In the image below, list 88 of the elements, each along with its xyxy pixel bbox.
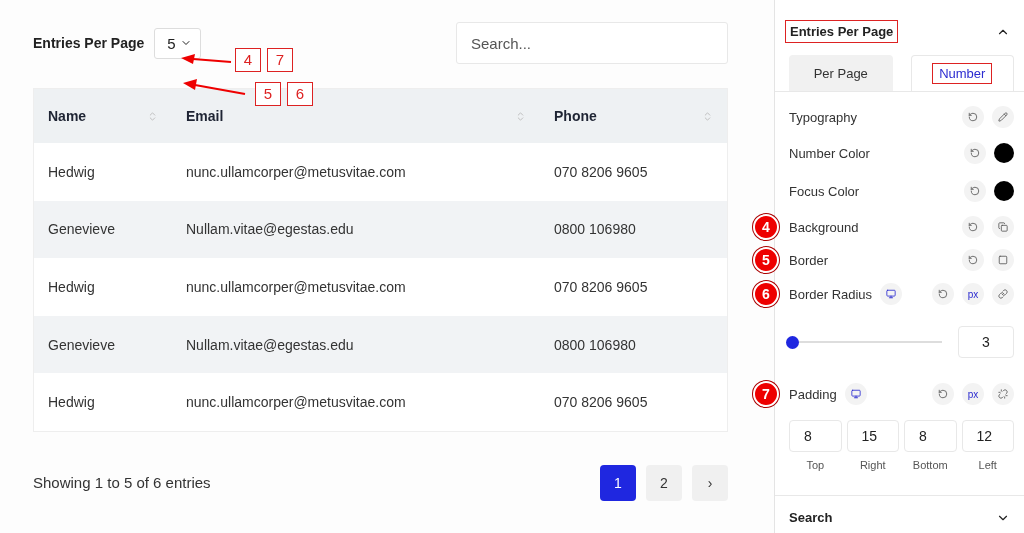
- reset-icon: [938, 289, 948, 299]
- side-label: Top: [806, 459, 825, 471]
- section-title[interactable]: Search: [789, 510, 833, 525]
- table-cell-text: nunc.ullamcorper@metusvitae.com: [185, 163, 407, 180]
- callout-number: 7: [267, 47, 293, 72]
- monitor-icon: [886, 289, 897, 299]
- entries-label: Entries Per Page: [33, 35, 145, 51]
- table-cell-text: 070 8206 9605: [553, 163, 649, 180]
- control-label: Background: [789, 219, 859, 235]
- column-header[interactable]: Name: [48, 108, 87, 124]
- copy-button[interactable]: [992, 216, 1014, 238]
- table-cell-text: 070 8206 9605: [553, 394, 649, 411]
- unlink-icon: [998, 389, 1008, 399]
- monitor-icon: [850, 389, 861, 399]
- reset-icon: [938, 389, 948, 399]
- callout-number: 4: [235, 47, 261, 72]
- table-cell-text: nunc.ullamcorper@metusvitae.com: [185, 394, 407, 411]
- tab[interactable]: Per Page: [789, 55, 893, 91]
- padding-field[interactable]: 15: [846, 420, 899, 452]
- control-label: Number Color: [789, 145, 870, 161]
- table-cell-text: 0800 106980: [553, 336, 637, 353]
- reset-button[interactable]: [964, 180, 986, 202]
- table-cell-text: 070 8206 9605: [553, 279, 649, 295]
- step-badge: 5: [753, 247, 779, 273]
- column-header[interactable]: Phone: [554, 108, 597, 124]
- section-title[interactable]: Entries Per Page: [785, 20, 899, 43]
- table-cell-text: Hedwig: [47, 163, 96, 180]
- color-swatch[interactable]: [994, 181, 1014, 201]
- control-label: Padding: [789, 386, 837, 402]
- monitor-button[interactable]: [844, 383, 867, 405]
- reset-icon: [970, 148, 980, 158]
- side-label: Bottom: [912, 459, 948, 471]
- control-label: Focus Color: [789, 183, 860, 199]
- page-button[interactable]: 1: [600, 464, 636, 501]
- next-button[interactable]: ›: [692, 464, 728, 501]
- unit-button[interactable]: px: [962, 283, 984, 305]
- link-icon: [998, 289, 1008, 299]
- reset-icon: [970, 186, 980, 196]
- side-label: Right: [859, 459, 886, 471]
- step-badge: 7: [753, 381, 779, 407]
- table-cell-text: Genevieve: [47, 336, 116, 353]
- reset-button[interactable]: [932, 383, 954, 405]
- reset-button[interactable]: [962, 106, 984, 128]
- step-badge: 4: [753, 214, 779, 240]
- link-button[interactable]: [992, 283, 1014, 305]
- arrow: [183, 81, 245, 94]
- column-header[interactable]: Email: [186, 108, 224, 124]
- square-button[interactable]: [992, 249, 1014, 271]
- side-label: Left: [978, 459, 997, 471]
- table-cell-text: Genevieve: [47, 221, 116, 238]
- reset-icon: [968, 255, 978, 265]
- unit-button[interactable]: px: [962, 383, 984, 405]
- control-label: Border Radius: [789, 286, 873, 302]
- padding-field[interactable]: 12: [961, 420, 1014, 452]
- edit-button[interactable]: [992, 106, 1014, 128]
- padding-field[interactable]: 8: [904, 420, 957, 452]
- page-button[interactable]: 2: [646, 464, 682, 501]
- reset-icon: [968, 222, 978, 232]
- reset-button[interactable]: [932, 283, 954, 305]
- padding-field[interactable]: 8: [789, 420, 842, 452]
- color-swatch[interactable]: [994, 143, 1014, 163]
- entries-select[interactable]: 5: [154, 27, 201, 59]
- square-icon: [998, 255, 1008, 265]
- table-cell-text: 0800 106980: [553, 221, 637, 238]
- reset-icon: [968, 112, 978, 122]
- entries-info: Showing 1 to 5 of 6 entries: [33, 474, 211, 492]
- control-label: Typography: [789, 109, 857, 125]
- step-badge: 6: [753, 281, 779, 307]
- table-cell-text: Hedwig: [47, 279, 96, 295]
- callout-number: 5: [255, 81, 281, 106]
- reset-button[interactable]: [964, 142, 986, 164]
- slider-thumb[interactable]: [786, 335, 800, 349]
- reset-button[interactable]: [962, 249, 984, 271]
- reset-button[interactable]: [962, 216, 984, 238]
- tab[interactable]: Number: [910, 55, 1014, 91]
- number-field[interactable]: 3: [958, 326, 1014, 358]
- arrow: [181, 57, 231, 66]
- monitor-button[interactable]: [880, 283, 903, 305]
- table-cell-text: nunc.ullamcorper@metusvitae.com: [185, 279, 407, 295]
- control-label: Border: [789, 252, 829, 268]
- copy-icon: [998, 222, 1008, 232]
- search-field[interactable]: Search...: [456, 22, 728, 64]
- table-cell-text: Nullam.vitae@egestas.edu: [185, 221, 355, 238]
- callout-number: 6: [287, 81, 313, 106]
- table-cell-text: Nullam.vitae@egestas.edu: [185, 336, 355, 353]
- pencil-icon: [998, 112, 1008, 122]
- table-cell-text: Hedwig: [47, 394, 96, 411]
- unlink-button[interactable]: [992, 383, 1014, 405]
